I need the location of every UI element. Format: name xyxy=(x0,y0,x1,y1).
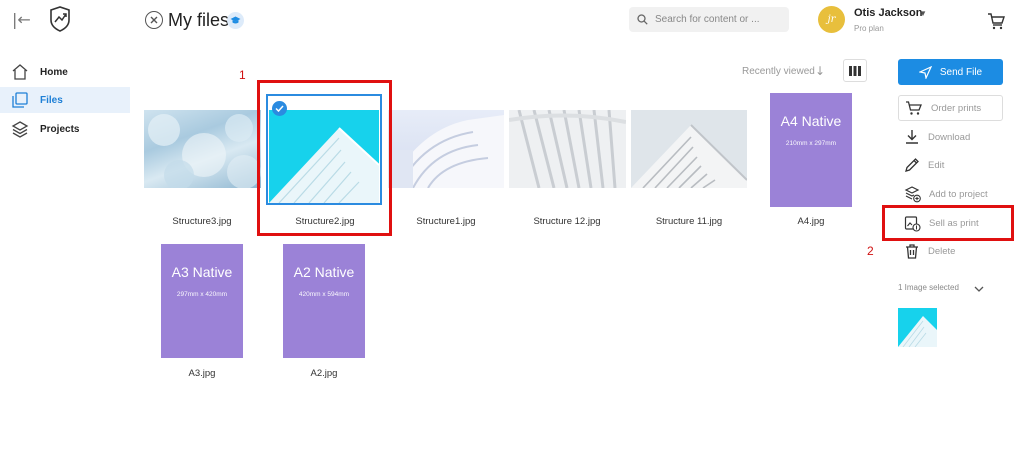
file-thumbnail-a4[interactable]: A4 Native 210mm x 297mm xyxy=(770,93,852,207)
search-input[interactable]: Search for content or ... xyxy=(629,7,789,32)
file-name: Structure 12.jpg xyxy=(533,216,601,227)
send-file-label: Send File xyxy=(939,66,983,78)
annotation-number-1: 1 xyxy=(239,68,246,82)
action-label: Sell as print xyxy=(929,217,979,229)
sidebar-item-label: Projects xyxy=(40,123,80,135)
file-name: A4.jpg xyxy=(797,216,825,227)
download-action[interactable]: Download xyxy=(904,128,970,146)
file-thumbnail-a2[interactable]: A2 Native 420mm x 594mm xyxy=(283,244,365,358)
trash-icon xyxy=(906,244,918,259)
order-prints-label: Order prints xyxy=(931,102,982,114)
edit-action[interactable]: Edit xyxy=(904,156,944,174)
avatar[interactable]: jr xyxy=(818,6,845,33)
file-name: Structure3.jpg xyxy=(172,216,232,227)
sell-as-print-action[interactable]: Sell as print xyxy=(904,214,979,232)
graduation-cap-icon[interactable] xyxy=(227,12,244,29)
file-name: A2.jpg xyxy=(310,368,338,379)
sidebar-item-files[interactable]: Files xyxy=(0,87,130,113)
file-thumbnail-structure3[interactable] xyxy=(144,110,261,188)
annotation-highlight-box xyxy=(257,80,392,236)
sidebar-item-label: Files xyxy=(40,94,63,106)
home-icon xyxy=(12,64,28,80)
files-icon xyxy=(12,92,28,108)
download-icon xyxy=(906,130,918,144)
poster-size: 420mm x 594mm xyxy=(298,291,350,298)
sort-dropdown[interactable]: Recently viewed xyxy=(742,66,815,77)
file-thumbnail-structure11[interactable] xyxy=(631,110,747,188)
chevron-down-icon[interactable] xyxy=(974,281,984,292)
action-label: Add to project xyxy=(929,188,988,200)
logo-icon xyxy=(48,6,72,32)
poster-size: 210mm x 297mm xyxy=(785,140,837,147)
file-name: Structure 11.jpg xyxy=(655,216,723,227)
sell-print-icon xyxy=(904,215,921,232)
action-label: Delete xyxy=(928,245,956,257)
file-thumbnail-a3[interactable]: A3 Native 297mm x 420mm xyxy=(161,244,243,358)
view-toggle-button[interactable] xyxy=(843,59,867,82)
send-file-button[interactable]: Send File xyxy=(898,59,1003,85)
send-icon xyxy=(918,65,932,79)
file-thumbnail-structure1[interactable] xyxy=(388,110,504,188)
poster-title: A2 Native xyxy=(293,264,355,280)
pencil-icon xyxy=(905,158,919,172)
selected-image-preview[interactable] xyxy=(898,308,937,347)
close-icon[interactable] xyxy=(145,11,163,29)
poster-title: A4 Native xyxy=(780,113,842,129)
sort-arrow-down-icon[interactable]: ↓ xyxy=(815,64,825,78)
action-label: Edit xyxy=(928,159,945,171)
delete-action[interactable]: Delete xyxy=(904,242,955,260)
sidebar-item-label: Home xyxy=(40,66,68,78)
layers-icon xyxy=(11,121,29,138)
collapse-sidebar-icon[interactable]: |← xyxy=(12,10,32,30)
search-placeholder: Search for content or ... xyxy=(655,14,760,25)
sidebar-item-home[interactable]: Home xyxy=(0,59,130,85)
search-icon xyxy=(637,14,648,25)
file-name: A3.jpg xyxy=(188,368,216,379)
add-to-project-icon xyxy=(904,185,921,202)
user-name[interactable]: Otis Jackson xyxy=(854,7,922,19)
chevron-down-icon[interactable]: ▼ xyxy=(919,9,927,18)
file-name: Structure1.jpg xyxy=(416,216,476,227)
user-plan: Pro plan xyxy=(854,24,884,33)
add-to-project-action[interactable]: Add to project xyxy=(904,185,988,203)
sidebar-item-projects[interactable]: Projects xyxy=(0,116,130,142)
cart-icon xyxy=(906,100,922,115)
cart-icon[interactable] xyxy=(987,12,1005,30)
page-title: My files xyxy=(168,10,230,30)
annotation-number-2: 2 xyxy=(867,244,874,258)
action-label: Download xyxy=(928,131,971,143)
order-prints-button[interactable]: Order prints xyxy=(898,95,1003,121)
poster-title: A3 Native xyxy=(171,264,233,280)
selected-count: 1 Image selected xyxy=(898,283,959,292)
columns-icon xyxy=(849,65,861,76)
file-thumbnail-structure12[interactable] xyxy=(509,110,626,188)
poster-size: 297mm x 420mm xyxy=(176,291,228,298)
